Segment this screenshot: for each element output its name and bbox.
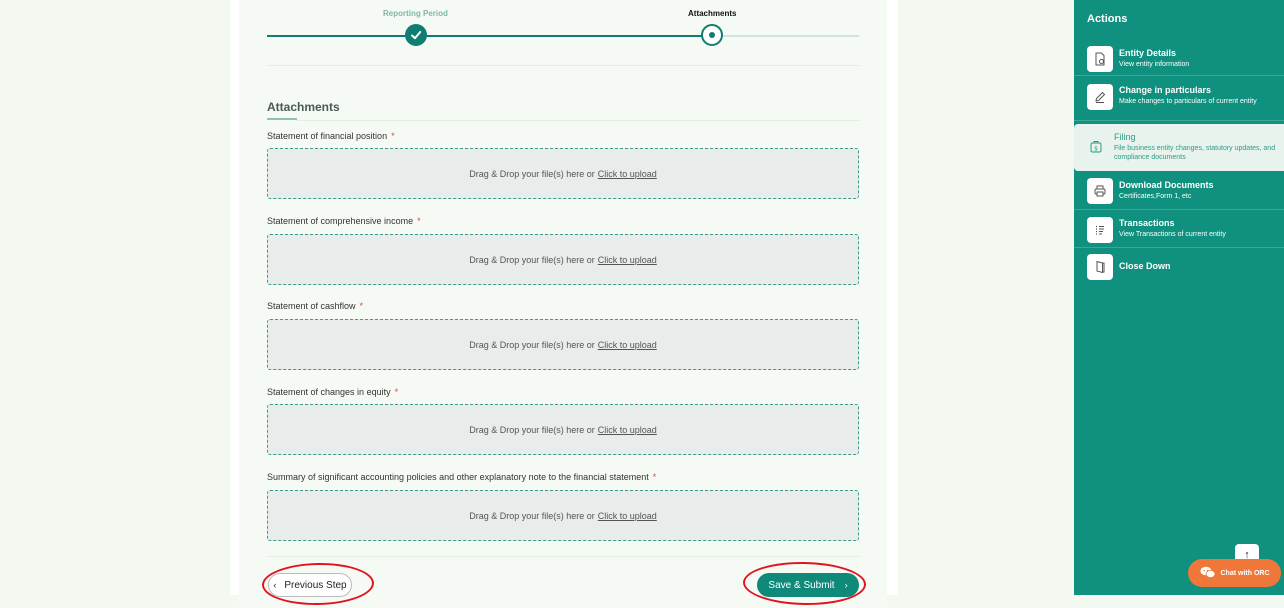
actions-sidebar: Actions Entity Details View entity inform… — [1074, 0, 1284, 595]
sidebar-item-desc: Certificates,Form 1, etc — [1119, 193, 1192, 200]
dropzone-text: Drag & Drop your file(s) here or — [469, 254, 595, 265]
click-to-upload-link[interactable]: Click to upload — [598, 425, 657, 435]
required-mark: * — [652, 472, 657, 482]
step-label-attachments: Attachments — [688, 9, 737, 18]
pencil-icon — [1087, 84, 1113, 110]
svg-text:$: $ — [1094, 145, 1098, 152]
dropzone-comprehensive-income[interactable]: Drag & Drop your file(s) here or Click to… — [267, 234, 859, 285]
dropzone-cashflow[interactable]: Drag & Drop your file(s) here or Click to… — [267, 319, 859, 370]
footer-divider — [267, 556, 859, 557]
field-label-changes-in-equity: Statement of changes in equity * — [267, 387, 399, 397]
required-mark: * — [417, 216, 421, 226]
door-icon — [1087, 254, 1113, 280]
field-label-financial-position: Statement of financial position * — [267, 131, 395, 141]
dropzone-text: Drag & Drop your file(s) here or — [469, 424, 595, 435]
dropzone-financial-position[interactable]: Drag & Drop your file(s) here or Click to… — [267, 148, 859, 199]
sidebar-item-name: Entity Details — [1119, 48, 1177, 58]
chevron-right-icon: › — [844, 580, 848, 590]
printer-icon — [1087, 178, 1113, 204]
sidebar-title: Actions — [1087, 13, 1128, 25]
money-file-icon: $ — [1083, 134, 1109, 160]
click-to-upload-link[interactable]: Click to upload — [598, 255, 657, 265]
dropzone-text: Drag & Drop your file(s) here or — [469, 168, 595, 179]
dropzone-text: Drag & Drop your file(s) here or — [469, 339, 595, 350]
step-current-indicator — [701, 24, 723, 46]
dropzone-text: Drag & Drop your file(s) here or — [469, 510, 595, 521]
click-to-upload-link[interactable]: Click to upload — [598, 169, 657, 179]
required-mark: * — [394, 387, 399, 397]
chat-with-orc-button[interactable]: Chat with ORC — [1188, 559, 1281, 587]
sidebar-item-name: Filing — [1114, 132, 1136, 142]
field-label-comprehensive-income: Statement of comprehensive income * — [267, 216, 421, 226]
sidebar-item-desc: View Transactions of current entity — [1119, 231, 1226, 238]
sidebar-item-name: Close Down — [1119, 261, 1171, 271]
save-submit-button[interactable]: Save & Submit › — [757, 573, 859, 597]
previous-step-button[interactable]: ‹ Previous Step — [268, 573, 352, 597]
sidebar-item-desc: Make changes to particulars of current e… — [1119, 98, 1257, 105]
required-mark: * — [359, 301, 364, 311]
stepper-progress-line — [267, 35, 711, 37]
sidebar-item-close-down[interactable]: Close Down — [1074, 250, 1284, 284]
sidebar-item-name: Download Documents — [1119, 180, 1214, 190]
sidebar-item-transactions[interactable]: Transactions View Transactions of current… — [1074, 212, 1284, 248]
sidebar-item-name: Change in particulars — [1119, 85, 1212, 95]
chat-label: Chat with ORC — [1220, 569, 1270, 577]
section-divider — [297, 120, 859, 121]
sidebar-item-filing[interactable]: $ Filing File business entity changes, st… — [1074, 124, 1284, 171]
sidebar-item-download-documents[interactable]: Download Documents Certificates,Form 1, e… — [1074, 174, 1284, 210]
click-to-upload-link[interactable]: Click to upload — [598, 340, 657, 350]
progress-stepper: Reporting Period Attachments — [267, 0, 859, 66]
field-label-accounting-policies: Summary of significant accounting polici… — [267, 472, 657, 482]
dropzone-changes-in-equity[interactable]: Drag & Drop your file(s) here or Click to… — [267, 404, 859, 455]
dropzone-accounting-policies[interactable]: Drag & Drop your file(s) here or Click to… — [267, 490, 859, 541]
list-icon — [1087, 217, 1113, 243]
sidebar-item-name: Transactions — [1119, 218, 1175, 228]
section-title: Attachments — [267, 100, 340, 114]
section-title-underline — [267, 118, 297, 120]
step-done-check-icon[interactable] — [405, 24, 427, 46]
save-submit-label: Save & Submit — [768, 579, 835, 591]
field-label-cashflow: Statement of cashflow * — [267, 301, 364, 311]
sidebar-item-entity-details[interactable]: Entity Details View entity information — [1074, 40, 1284, 76]
step-label-reporting-period: Reporting Period — [383, 9, 448, 18]
sidebar-item-desc: File business entity changes, statutory … — [1114, 145, 1276, 161]
chevron-left-icon: ‹ — [273, 580, 277, 590]
required-mark: * — [391, 131, 395, 141]
click-to-upload-link[interactable]: Click to upload — [598, 511, 657, 521]
previous-step-label: Previous Step — [284, 579, 347, 591]
sidebar-item-change-in-particulars[interactable]: Change in particulars Make changes to par… — [1074, 77, 1284, 121]
sidebar-item-desc: View entity information — [1119, 61, 1190, 68]
stepper-remaining-line — [711, 35, 859, 37]
chat-icon — [1200, 566, 1216, 581]
document-view-icon — [1087, 46, 1113, 72]
